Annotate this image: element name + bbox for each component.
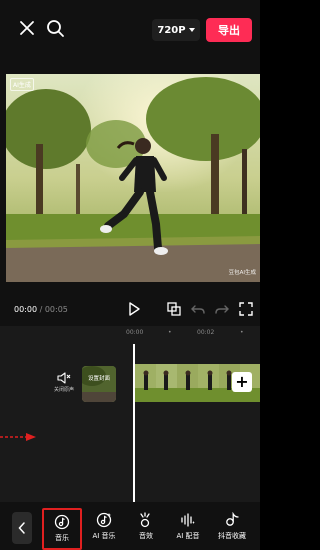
- fullscreen-icon[interactable]: [238, 301, 254, 317]
- resolution-selector[interactable]: 720P: [152, 19, 200, 41]
- close-icon[interactable]: [16, 17, 38, 39]
- arrow-pointer-icon: [0, 433, 36, 441]
- ai-music-icon: [96, 512, 112, 528]
- redo-icon[interactable]: [214, 301, 230, 317]
- top-bar: 720P 导出: [0, 0, 260, 56]
- cover-thumbnail: [82, 366, 116, 402]
- tool-ai-dubbing[interactable]: AI 配音: [168, 508, 208, 550]
- ruler-tick-2: 00:02: [197, 329, 215, 336]
- music-icon: [54, 514, 70, 530]
- track-frame: [135, 364, 156, 402]
- bottom-toolbar: 音乐 AI 音乐 音效 AI 配音 抖音收藏: [0, 502, 260, 550]
- ai-generated-badge: AI生成: [10, 78, 34, 91]
- undo-icon[interactable]: [190, 301, 206, 317]
- playhead[interactable]: [133, 344, 135, 504]
- export-button[interactable]: 导出: [206, 18, 252, 42]
- time-display: 00:00 / 00:05: [14, 305, 68, 314]
- tool-douyin-favorites[interactable]: 抖音收藏: [212, 508, 252, 550]
- tool-label: 音乐: [55, 534, 69, 542]
- track-frame: [198, 364, 219, 402]
- set-cover-button[interactable]: 设置封面: [82, 366, 116, 402]
- douyin-favorites-icon: [226, 512, 239, 526]
- chevron-left-icon: [18, 522, 25, 534]
- cover-label: 设置封面: [87, 376, 110, 382]
- back-button[interactable]: [12, 512, 32, 544]
- tool-sound-effect[interactable]: 音效: [126, 508, 166, 550]
- play-icon[interactable]: [126, 301, 142, 317]
- tool-label: AI 音乐: [92, 532, 116, 540]
- watermark-label: 豆包AI生成: [228, 270, 256, 276]
- current-time: 00:00: [14, 305, 38, 314]
- resolution-label: 720P: [157, 24, 186, 36]
- ruler-tick-0: 00:00: [126, 329, 144, 336]
- crop-icon[interactable]: [166, 301, 182, 317]
- track-frame: [156, 364, 177, 402]
- search-icon[interactable]: [44, 17, 66, 39]
- mute-original-button[interactable]: 关闭原声: [48, 372, 80, 393]
- video-still: [6, 74, 260, 282]
- tool-music[interactable]: 音乐: [42, 508, 82, 550]
- sound-effect-icon: [140, 512, 150, 528]
- tool-label: 音效: [139, 532, 153, 540]
- playback-bar: 00:00 / 00:05: [0, 292, 260, 326]
- tool-label: AI 配音: [176, 532, 200, 540]
- total-time: 00:05: [44, 305, 68, 314]
- tool-label: 抖音收藏: [218, 532, 246, 540]
- track-frame: [177, 364, 198, 402]
- add-clip-button[interactable]: +: [232, 372, 252, 392]
- ruler-dot-3: •: [240, 329, 244, 336]
- timeline-ruler: 00:00 • 00:02 •: [0, 326, 260, 340]
- tool-ai-music[interactable]: AI 音乐: [84, 508, 124, 550]
- ai-dubbing-icon: [181, 513, 195, 527]
- ruler-dot-1: •: [168, 329, 172, 336]
- mute-label: 关闭原声: [53, 387, 74, 393]
- timeline[interactable]: 00:00 • 00:02 • 关闭原声 设置封面 +: [0, 326, 260, 504]
- time-separator: /: [37, 305, 45, 314]
- preview-area: AI生成 豆包AI生成: [0, 56, 260, 292]
- video-frame[interactable]: AI生成 豆包AI生成: [6, 74, 260, 282]
- speaker-icon: [57, 372, 71, 384]
- chevron-down-icon: [188, 28, 195, 32]
